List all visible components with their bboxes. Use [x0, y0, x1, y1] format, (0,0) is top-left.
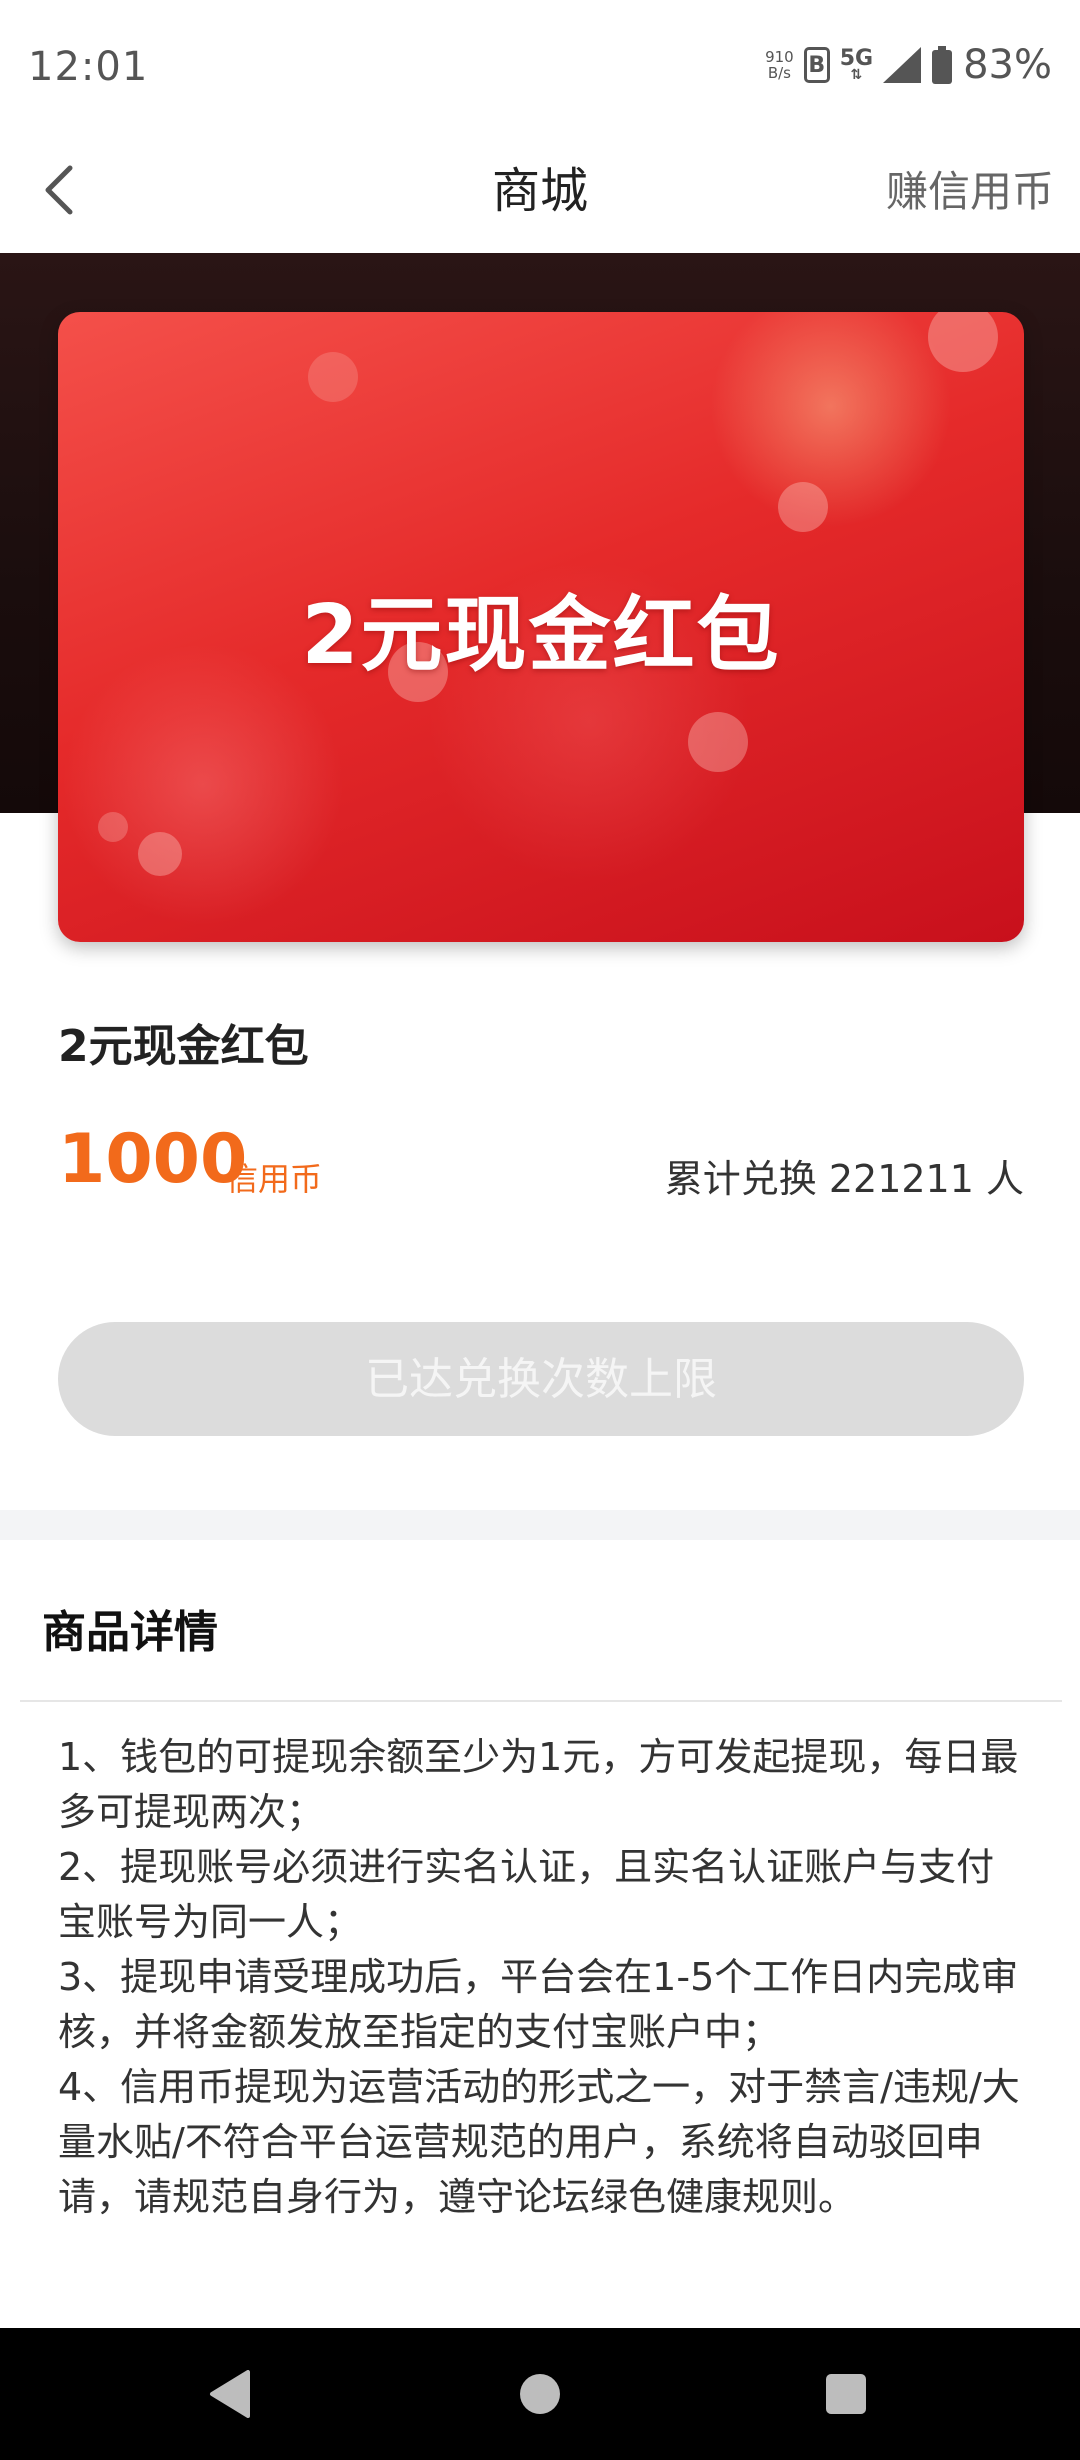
- details-item: 2、提现账号必须进行实名认证，且实名认证账户与支付宝账号为同一人；: [58, 1845, 995, 1944]
- redeem-button[interactable]: 已达兑换次数上限: [58, 1322, 1024, 1436]
- b-badge-icon: B: [803, 47, 830, 83]
- signal-icon: [883, 47, 922, 83]
- battery-percent: 83%: [963, 42, 1052, 88]
- details-item: 1、钱包的可提现余额至少为1元，方可发起提现，每日最多可提现两次；: [58, 1735, 1019, 1834]
- earn-credits-link[interactable]: 赚信用币: [886, 130, 1054, 253]
- price-row: 1000 信用币 累计兑换 221211 人: [58, 1120, 1024, 1201]
- square-recents-icon: [826, 2374, 866, 2414]
- details-item: 3、提现申请受理成功后，平台会在1-5个工作日内完成审核，并将金额发放至指定的支…: [58, 1955, 1019, 2054]
- chevron-left-icon: [45, 165, 73, 215]
- circle-home-icon: [520, 2374, 560, 2414]
- network-label: 5G: [839, 46, 874, 71]
- details-item: 4、信用币提现为运营活动的形式之一，对于禁言/违规/大量水贴/不符合平台运营规范…: [58, 2065, 1020, 2219]
- details-divider: [20, 1700, 1062, 1702]
- section-divider: [0, 1510, 1080, 1540]
- status-time: 12:01: [28, 44, 149, 90]
- triangle-back-icon: [210, 2370, 250, 2418]
- net-speed-unit: B/s: [767, 64, 791, 82]
- battery-icon: [932, 46, 953, 84]
- system-nav-bar: [0, 2328, 1080, 2460]
- sys-home-button[interactable]: [514, 2368, 566, 2420]
- banner-title: 2元现金红包: [301, 587, 781, 683]
- details-title: 商品详情: [42, 1607, 218, 1658]
- net-speed-value: 910: [765, 48, 794, 66]
- nav-bar: 商城 赚信用币: [0, 130, 1080, 253]
- product-banner: 2元现金红包: [58, 312, 1024, 942]
- network-5g-icon: 5G ⇅: [839, 46, 874, 83]
- sys-back-button[interactable]: [204, 2368, 256, 2420]
- price-value: 1000: [58, 1120, 248, 1199]
- net-speed: 910 B/s: [765, 49, 794, 81]
- sys-recents-button[interactable]: [820, 2368, 872, 2420]
- details-body: 1、钱包的可提现余额至少为1元，方可发起提现，每日最多可提现两次； 2、提现账号…: [58, 1730, 1028, 2225]
- exchange-count: 累计兑换 221211 人: [664, 1157, 1024, 1201]
- status-icons: 910 B/s B 5G ⇅ 83%: [765, 40, 1052, 90]
- back-button[interactable]: [30, 155, 90, 225]
- status-bar: 12:01 910 B/s B 5G ⇅ 83%: [0, 0, 1080, 130]
- price-unit: 信用币: [226, 1160, 323, 1198]
- product-name: 2元现金红包: [58, 1021, 309, 1072]
